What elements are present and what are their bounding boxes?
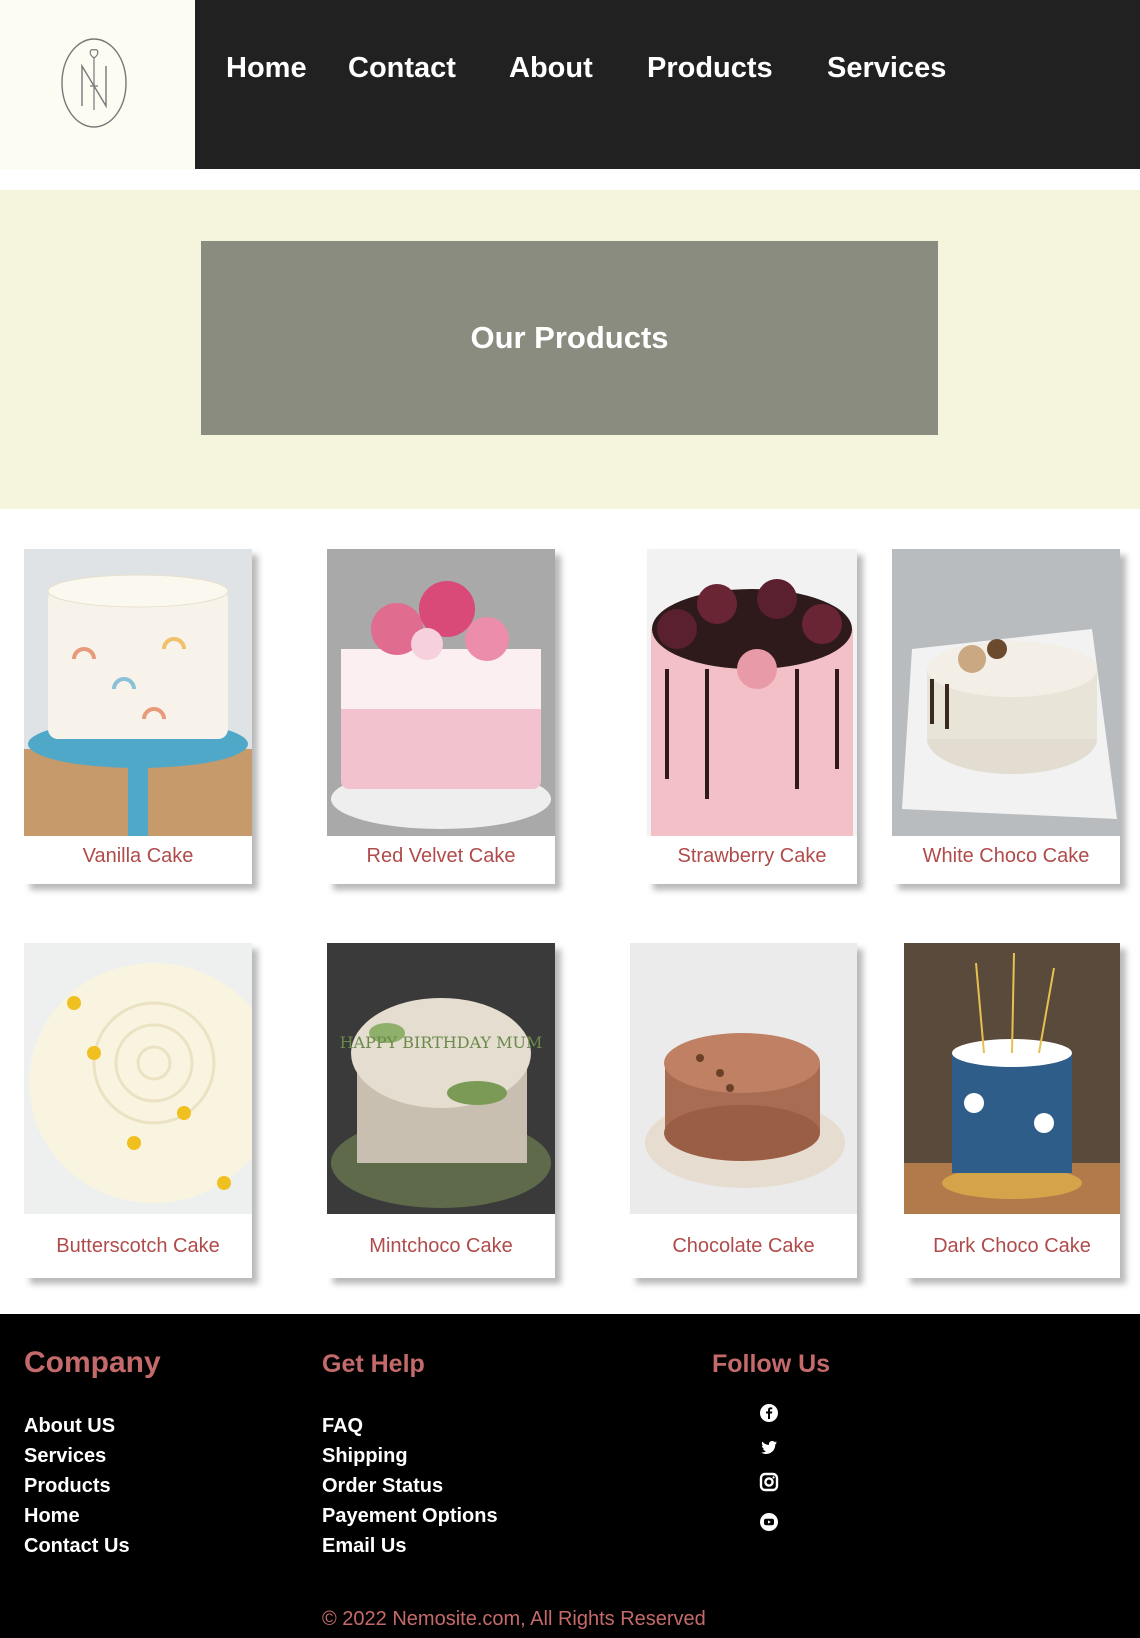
cake-inscription: HAPPY BIRTHDAY MUM <box>340 1033 543 1052</box>
footer-company-heading: Company <box>24 1346 161 1379</box>
logo-container[interactable] <box>0 0 195 169</box>
product-card-chocolate[interactable]: Chocolate Cake <box>630 943 857 1278</box>
product-name[interactable]: White Choco Cake <box>892 845 1120 868</box>
product-name[interactable]: Red Velvet Cake <box>327 845 555 868</box>
nav-about[interactable]: About <box>509 52 593 85</box>
footer-link-about-us[interactable]: About US <box>24 1411 130 1441</box>
product-image-mintchoco[interactable]: HAPPY BIRTHDAY MUM <box>327 943 555 1214</box>
product-name[interactable]: Chocolate Cake <box>630 1235 857 1258</box>
footer-link-services[interactable]: Services <box>24 1441 130 1471</box>
product-image-chocolate[interactable] <box>630 943 857 1214</box>
copyright-text: © 2022 Nemosite.com, All Rights Reserved <box>322 1608 706 1630</box>
product-card-strawberry[interactable]: Strawberry Cake <box>647 549 857 884</box>
hero-banner: Our Products <box>201 241 938 435</box>
twitter-icon[interactable] <box>759 1438 779 1458</box>
nav-contact[interactable]: Contact <box>348 52 456 85</box>
main-nav: Home Contact About Products Services <box>195 0 1140 169</box>
product-name[interactable]: Butterscotch Cake <box>24 1235 252 1258</box>
footer-link-contact-us[interactable]: Contact Us <box>24 1531 130 1561</box>
product-image-strawberry[interactable] <box>647 549 857 836</box>
product-card-vanilla[interactable]: Vanilla Cake <box>24 549 252 884</box>
footer-link-shipping[interactable]: Shipping <box>322 1441 498 1471</box>
product-card-butterscotch[interactable]: Butterscotch Cake <box>24 943 252 1278</box>
hero-section: Our Products <box>0 190 1140 509</box>
footer-link-home[interactable]: Home <box>24 1501 130 1531</box>
product-card-white-choco[interactable]: White Choco Cake <box>892 549 1120 884</box>
nav-services[interactable]: Services <box>827 52 946 85</box>
product-name[interactable]: Dark Choco Cake <box>904 1235 1120 1258</box>
page-title: Our Products <box>470 320 669 355</box>
product-image-vanilla[interactable] <box>24 549 252 836</box>
product-image-butterscotch[interactable] <box>24 943 252 1214</box>
footer-follow-heading: Follow Us <box>712 1350 831 1378</box>
facebook-icon[interactable] <box>759 1403 779 1423</box>
youtube-icon[interactable] <box>759 1512 779 1532</box>
product-image-dark-choco[interactable] <box>904 943 1120 1214</box>
footer-link-payment-options[interactable]: Payement Options <box>322 1501 498 1531</box>
product-card-mintchoco[interactable]: HAPPY BIRTHDAY MUM Mintchoco Cake <box>327 943 555 1278</box>
site-footer: Company About US Services Products Home … <box>0 1314 1140 1638</box>
product-card-dark-choco[interactable]: Dark Choco Cake <box>904 943 1120 1278</box>
footer-link-faq[interactable]: FAQ <box>322 1411 498 1441</box>
product-image-red-velvet[interactable] <box>327 549 555 836</box>
site-header: Home Contact About Products Services <box>0 0 1140 169</box>
product-name[interactable]: Mintchoco Cake <box>327 1235 555 1258</box>
product-image-white-choco[interactable] <box>892 549 1120 836</box>
footer-link-order-status[interactable]: Order Status <box>322 1471 498 1501</box>
nav-home[interactable]: Home <box>226 52 307 85</box>
footer-link-products[interactable]: Products <box>24 1471 130 1501</box>
product-card-red-velvet[interactable]: Red Velvet Cake <box>327 549 555 884</box>
footer-link-email-us[interactable]: Email Us <box>322 1531 498 1561</box>
product-name[interactable]: Vanilla Cake <box>24 845 252 868</box>
nav-products[interactable]: Products <box>647 52 773 85</box>
footer-help-heading: Get Help <box>322 1350 425 1378</box>
instagram-icon[interactable] <box>759 1472 779 1492</box>
footer-help-links: FAQ Shipping Order Status Payement Optio… <box>322 1411 498 1561</box>
product-name[interactable]: Strawberry Cake <box>647 845 857 868</box>
footer-company-links: About US Services Products Home Contact … <box>24 1411 130 1561</box>
logo-icon[interactable] <box>60 36 128 130</box>
